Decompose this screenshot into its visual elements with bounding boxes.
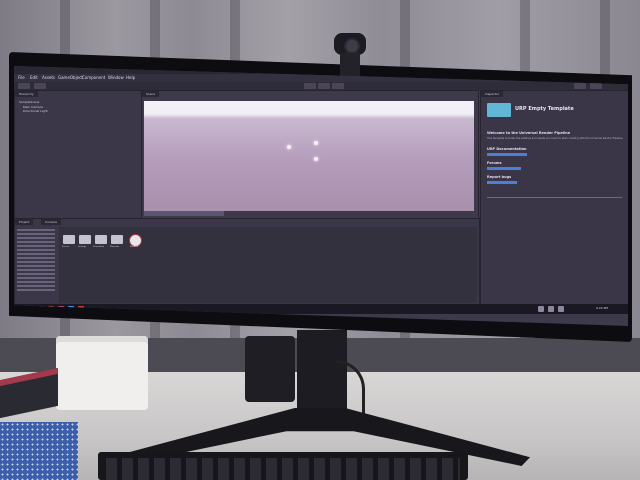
tab-console[interactable]: Console xyxy=(41,219,61,225)
editor-toolbar xyxy=(14,82,628,90)
tree-row[interactable] xyxy=(17,261,55,263)
scene-viewport[interactable] xyxy=(144,101,474,211)
urp-logo-icon xyxy=(487,103,511,117)
scene-panel: Scene xyxy=(141,90,479,220)
account-button[interactable] xyxy=(18,83,30,89)
layers-dropdown[interactable] xyxy=(574,83,586,89)
hierarchy-panel: Hierarchy SampleScene Main Camera Direct… xyxy=(14,90,142,220)
tray-icon[interactable] xyxy=(548,306,554,312)
tab-scene[interactable]: Scene xyxy=(142,91,160,97)
tree-row[interactable] xyxy=(17,253,55,255)
folder-label: Materials xyxy=(110,246,120,248)
menu-file[interactable]: File xyxy=(18,75,25,80)
welcome-text: This template includes the settings and … xyxy=(487,137,624,140)
tree-row[interactable] xyxy=(17,285,55,287)
pause-button[interactable] xyxy=(318,83,330,89)
tab-project[interactable]: Project xyxy=(15,219,34,225)
menu-window[interactable]: Window xyxy=(108,75,124,80)
light-gizmo-icon[interactable] xyxy=(287,145,291,149)
notebook xyxy=(0,422,78,480)
tree-row[interactable] xyxy=(17,245,55,247)
hierarchy-item[interactable]: SampleScene xyxy=(19,100,39,104)
folder-label: Scenes xyxy=(62,246,70,248)
docs-link[interactable] xyxy=(487,153,527,156)
keyboard-keys xyxy=(106,458,460,480)
light-gizmo-icon[interactable] xyxy=(314,157,318,161)
folder-label: TutorialInfo xyxy=(93,246,105,248)
tree-row[interactable] xyxy=(17,257,55,259)
docs-heading: URP Documentation xyxy=(487,147,527,151)
tree-row[interactable] xyxy=(17,277,55,279)
taskbar-clock[interactable]: 9:24 PM xyxy=(596,306,608,310)
step-button[interactable] xyxy=(332,83,344,89)
tree-row[interactable] xyxy=(17,229,55,231)
tree-row[interactable] xyxy=(17,241,55,243)
forums-link[interactable] xyxy=(487,167,521,170)
menu-component[interactable]: Component xyxy=(82,75,105,80)
readme-label: Readme xyxy=(130,246,139,248)
keyboard xyxy=(98,452,468,480)
hierarchy-item[interactable]: Directional Light xyxy=(23,109,48,113)
bugs-link[interactable] xyxy=(487,181,517,184)
white-basket xyxy=(56,336,148,410)
menu-gameobject[interactable]: GameObject xyxy=(58,75,83,80)
folder-icon[interactable] xyxy=(63,235,75,244)
divider xyxy=(487,197,622,198)
monitor-screen: Unity - SampleScene - My project - Windo… xyxy=(14,66,628,326)
light-gizmo-icon[interactable] xyxy=(314,141,318,145)
forums-heading: Forums xyxy=(487,161,502,165)
folder-label: Settings xyxy=(78,246,87,248)
tree-row[interactable] xyxy=(17,265,55,267)
menu-assets[interactable]: Assets xyxy=(42,75,55,80)
tree-row[interactable] xyxy=(17,237,55,239)
tab-inspector[interactable]: Inspector xyxy=(481,91,503,97)
tree-row[interactable] xyxy=(17,273,55,275)
tree-row[interactable] xyxy=(17,289,55,291)
cloud-icon[interactable] xyxy=(34,83,46,89)
project-panel: Project Console Scenes Settings Tutorial… xyxy=(14,218,480,306)
speaker xyxy=(245,336,295,402)
tab-hierarchy[interactable]: Hierarchy xyxy=(15,91,38,97)
tree-row[interactable] xyxy=(17,281,55,283)
webcam xyxy=(330,33,370,77)
menu-help[interactable]: Help xyxy=(126,75,135,80)
scene-status-bar xyxy=(144,211,224,216)
welcome-heading: Welcome to the Universal Render Pipeline xyxy=(487,131,571,135)
tray-icon[interactable] xyxy=(538,306,544,312)
menu-edit[interactable]: Edit xyxy=(30,75,38,80)
tray-icon[interactable] xyxy=(558,306,564,312)
inspector-title: URP Empty Template xyxy=(515,106,574,112)
tree-row[interactable] xyxy=(17,233,55,235)
folder-icon[interactable] xyxy=(79,235,91,244)
folder-icon[interactable] xyxy=(95,235,107,244)
play-button[interactable] xyxy=(304,83,316,89)
tree-row[interactable] xyxy=(17,249,55,251)
webcam-lens-icon xyxy=(344,38,360,54)
webcam-mount xyxy=(340,53,360,77)
bugs-heading: Report bugs xyxy=(487,175,512,179)
inspector-panel: Inspector URP Empty Template Welcome to … xyxy=(480,90,628,312)
folder-icon[interactable] xyxy=(111,235,123,244)
project-tree xyxy=(17,227,57,303)
project-assets-grid: Scenes Settings TutorialInfo Materials R… xyxy=(59,227,477,303)
layout-dropdown[interactable] xyxy=(590,83,602,89)
tree-row[interactable] xyxy=(17,269,55,271)
